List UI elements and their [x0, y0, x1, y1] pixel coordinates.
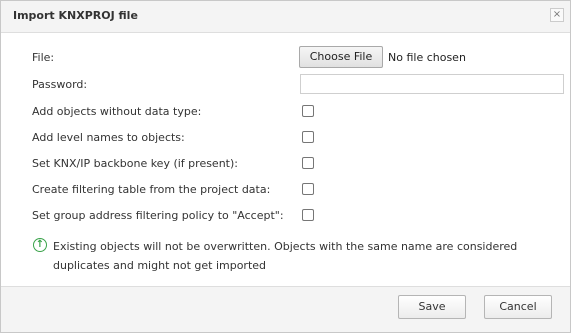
create-filtering-table-checkbox[interactable] [302, 183, 314, 195]
password-label: Password: [32, 78, 88, 91]
cancel-button[interactable]: Cancel [484, 295, 552, 319]
save-button[interactable]: Save [398, 295, 466, 319]
dialog-footer: Save Cancel [1, 286, 570, 332]
info-note: Existing objects will not be overwritten… [53, 240, 518, 272]
password-input[interactable] [300, 74, 564, 94]
filtering-policy-accept-checkbox[interactable] [302, 209, 314, 221]
set-backbone-key-checkbox[interactable] [302, 157, 314, 169]
close-button[interactable]: × [550, 8, 564, 22]
dialog-title: Import KNXPROJ file [13, 9, 138, 22]
add-objects-without-data-type-checkbox[interactable] [302, 105, 314, 117]
dialog-titlebar: Import KNXPROJ file × [1, 1, 570, 33]
file-label: File: [32, 51, 55, 64]
close-icon: × [552, 9, 562, 20]
option-label-create-filtering-table: Create filtering table from the project … [32, 183, 271, 196]
add-level-names-checkbox[interactable] [302, 131, 314, 143]
import-knxproj-dialog: Import KNXPROJ file × File: Choose File … [0, 0, 571, 333]
choose-file-button[interactable]: Choose File [299, 46, 383, 68]
option-label-filtering-policy-accept: Set group address filtering policy to "A… [32, 209, 284, 222]
option-label-set-backbone-key: Set KNX/IP backbone key (if present): [32, 157, 238, 170]
option-label-add-objects-without-data-type: Add objects without data type: [32, 105, 202, 118]
option-label-add-level-names: Add level names to objects: [32, 131, 185, 144]
info-arrow-icon: ↑ [33, 238, 47, 252]
file-status-text: No file chosen [388, 51, 466, 64]
